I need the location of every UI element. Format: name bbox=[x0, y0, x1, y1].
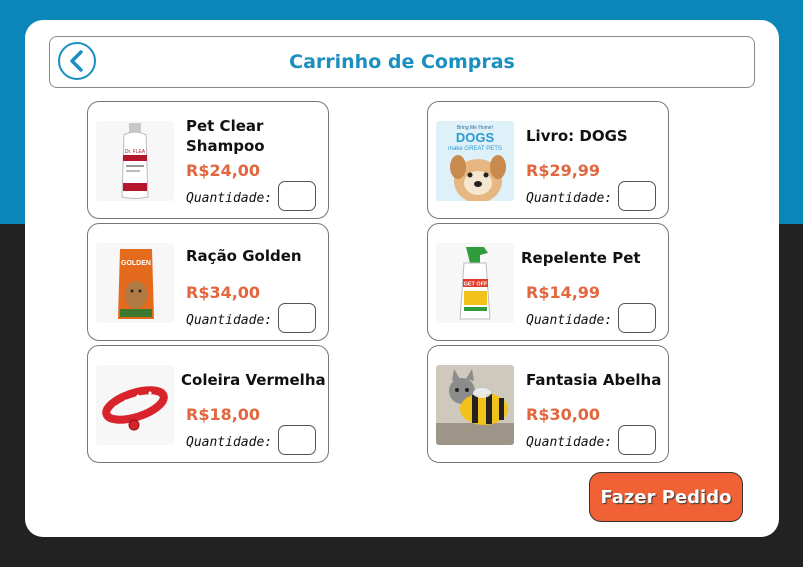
cart-item-collar: Coleira Vermelha R$18,00 Quantidade: bbox=[87, 345, 329, 463]
product-image-dog-food: GOLDEN bbox=[96, 243, 174, 323]
product-price: R$18,00 bbox=[186, 405, 261, 424]
svg-text:DOGS: DOGS bbox=[456, 130, 495, 145]
svg-text:GET OFF: GET OFF bbox=[464, 282, 488, 288]
product-image-repellent: GET OFF bbox=[436, 243, 514, 323]
quantity-label: Quantidade: bbox=[186, 313, 273, 328]
cart-item-shampoo: Dr. FLEA Pet Clear Shampoo R$24,00 Quant… bbox=[87, 101, 329, 219]
product-name: Coleira Vermelha bbox=[181, 371, 326, 389]
svg-text:Dr. FLEA: Dr. FLEA bbox=[125, 149, 146, 155]
product-image-bee-costume bbox=[436, 365, 514, 445]
product-name: Ração Golden bbox=[186, 247, 302, 265]
place-order-button[interactable]: Fazer Pedido bbox=[589, 472, 743, 522]
product-price: R$24,00 bbox=[186, 161, 261, 180]
page-title: Carrinho de Compras bbox=[289, 51, 515, 73]
product-image-book: Bring Me Home! DOGS make GREAT PETS bbox=[436, 121, 514, 201]
cart-item-bee-costume: Fantasia Abelha R$30,00 Quantidade: bbox=[427, 345, 669, 463]
svg-text:GOLDEN: GOLDEN bbox=[121, 260, 151, 267]
cart-panel: Carrinho de Compras Dr. FLEA Pet Clear S… bbox=[25, 20, 779, 537]
quantity-input[interactable] bbox=[278, 303, 316, 333]
product-price: R$30,00 bbox=[526, 405, 601, 424]
cart-item-repellent: GET OFF Repelente Pet R$14,99 Quantidade… bbox=[427, 223, 669, 341]
svg-text:make GREAT PETS: make GREAT PETS bbox=[448, 146, 502, 152]
quantity-label: Quantidade: bbox=[526, 435, 613, 450]
product-name: Fantasia Abelha bbox=[526, 371, 662, 389]
quantity-input[interactable] bbox=[618, 425, 656, 455]
product-name: Livro: DOGS bbox=[526, 127, 628, 145]
cart-item-dog-food: GOLDEN Ração Golden R$34,00 Quantidade: bbox=[87, 223, 329, 341]
quantity-input[interactable] bbox=[618, 181, 656, 211]
quantity-label: Quantidade: bbox=[526, 313, 613, 328]
quantity-label: Quantidade: bbox=[186, 435, 273, 450]
product-price: R$29,99 bbox=[526, 161, 601, 180]
product-name: Pet Clear Shampoo bbox=[186, 117, 265, 155]
quantity-input[interactable] bbox=[618, 303, 656, 333]
product-price: R$34,00 bbox=[186, 283, 261, 302]
cart-item-book: Bring Me Home! DOGS make GREAT PETS Livr… bbox=[427, 101, 669, 219]
product-name: Repelente Pet bbox=[521, 249, 641, 267]
product-price: R$14,99 bbox=[526, 283, 601, 302]
quantity-input[interactable] bbox=[278, 425, 316, 455]
product-image-collar bbox=[96, 365, 174, 445]
product-image-shampoo: Dr. FLEA bbox=[96, 121, 174, 201]
quantity-label: Quantidade: bbox=[526, 191, 613, 206]
page-header: Carrinho de Compras bbox=[49, 36, 755, 88]
quantity-label: Quantidade: bbox=[186, 191, 273, 206]
quantity-input[interactable] bbox=[278, 181, 316, 211]
